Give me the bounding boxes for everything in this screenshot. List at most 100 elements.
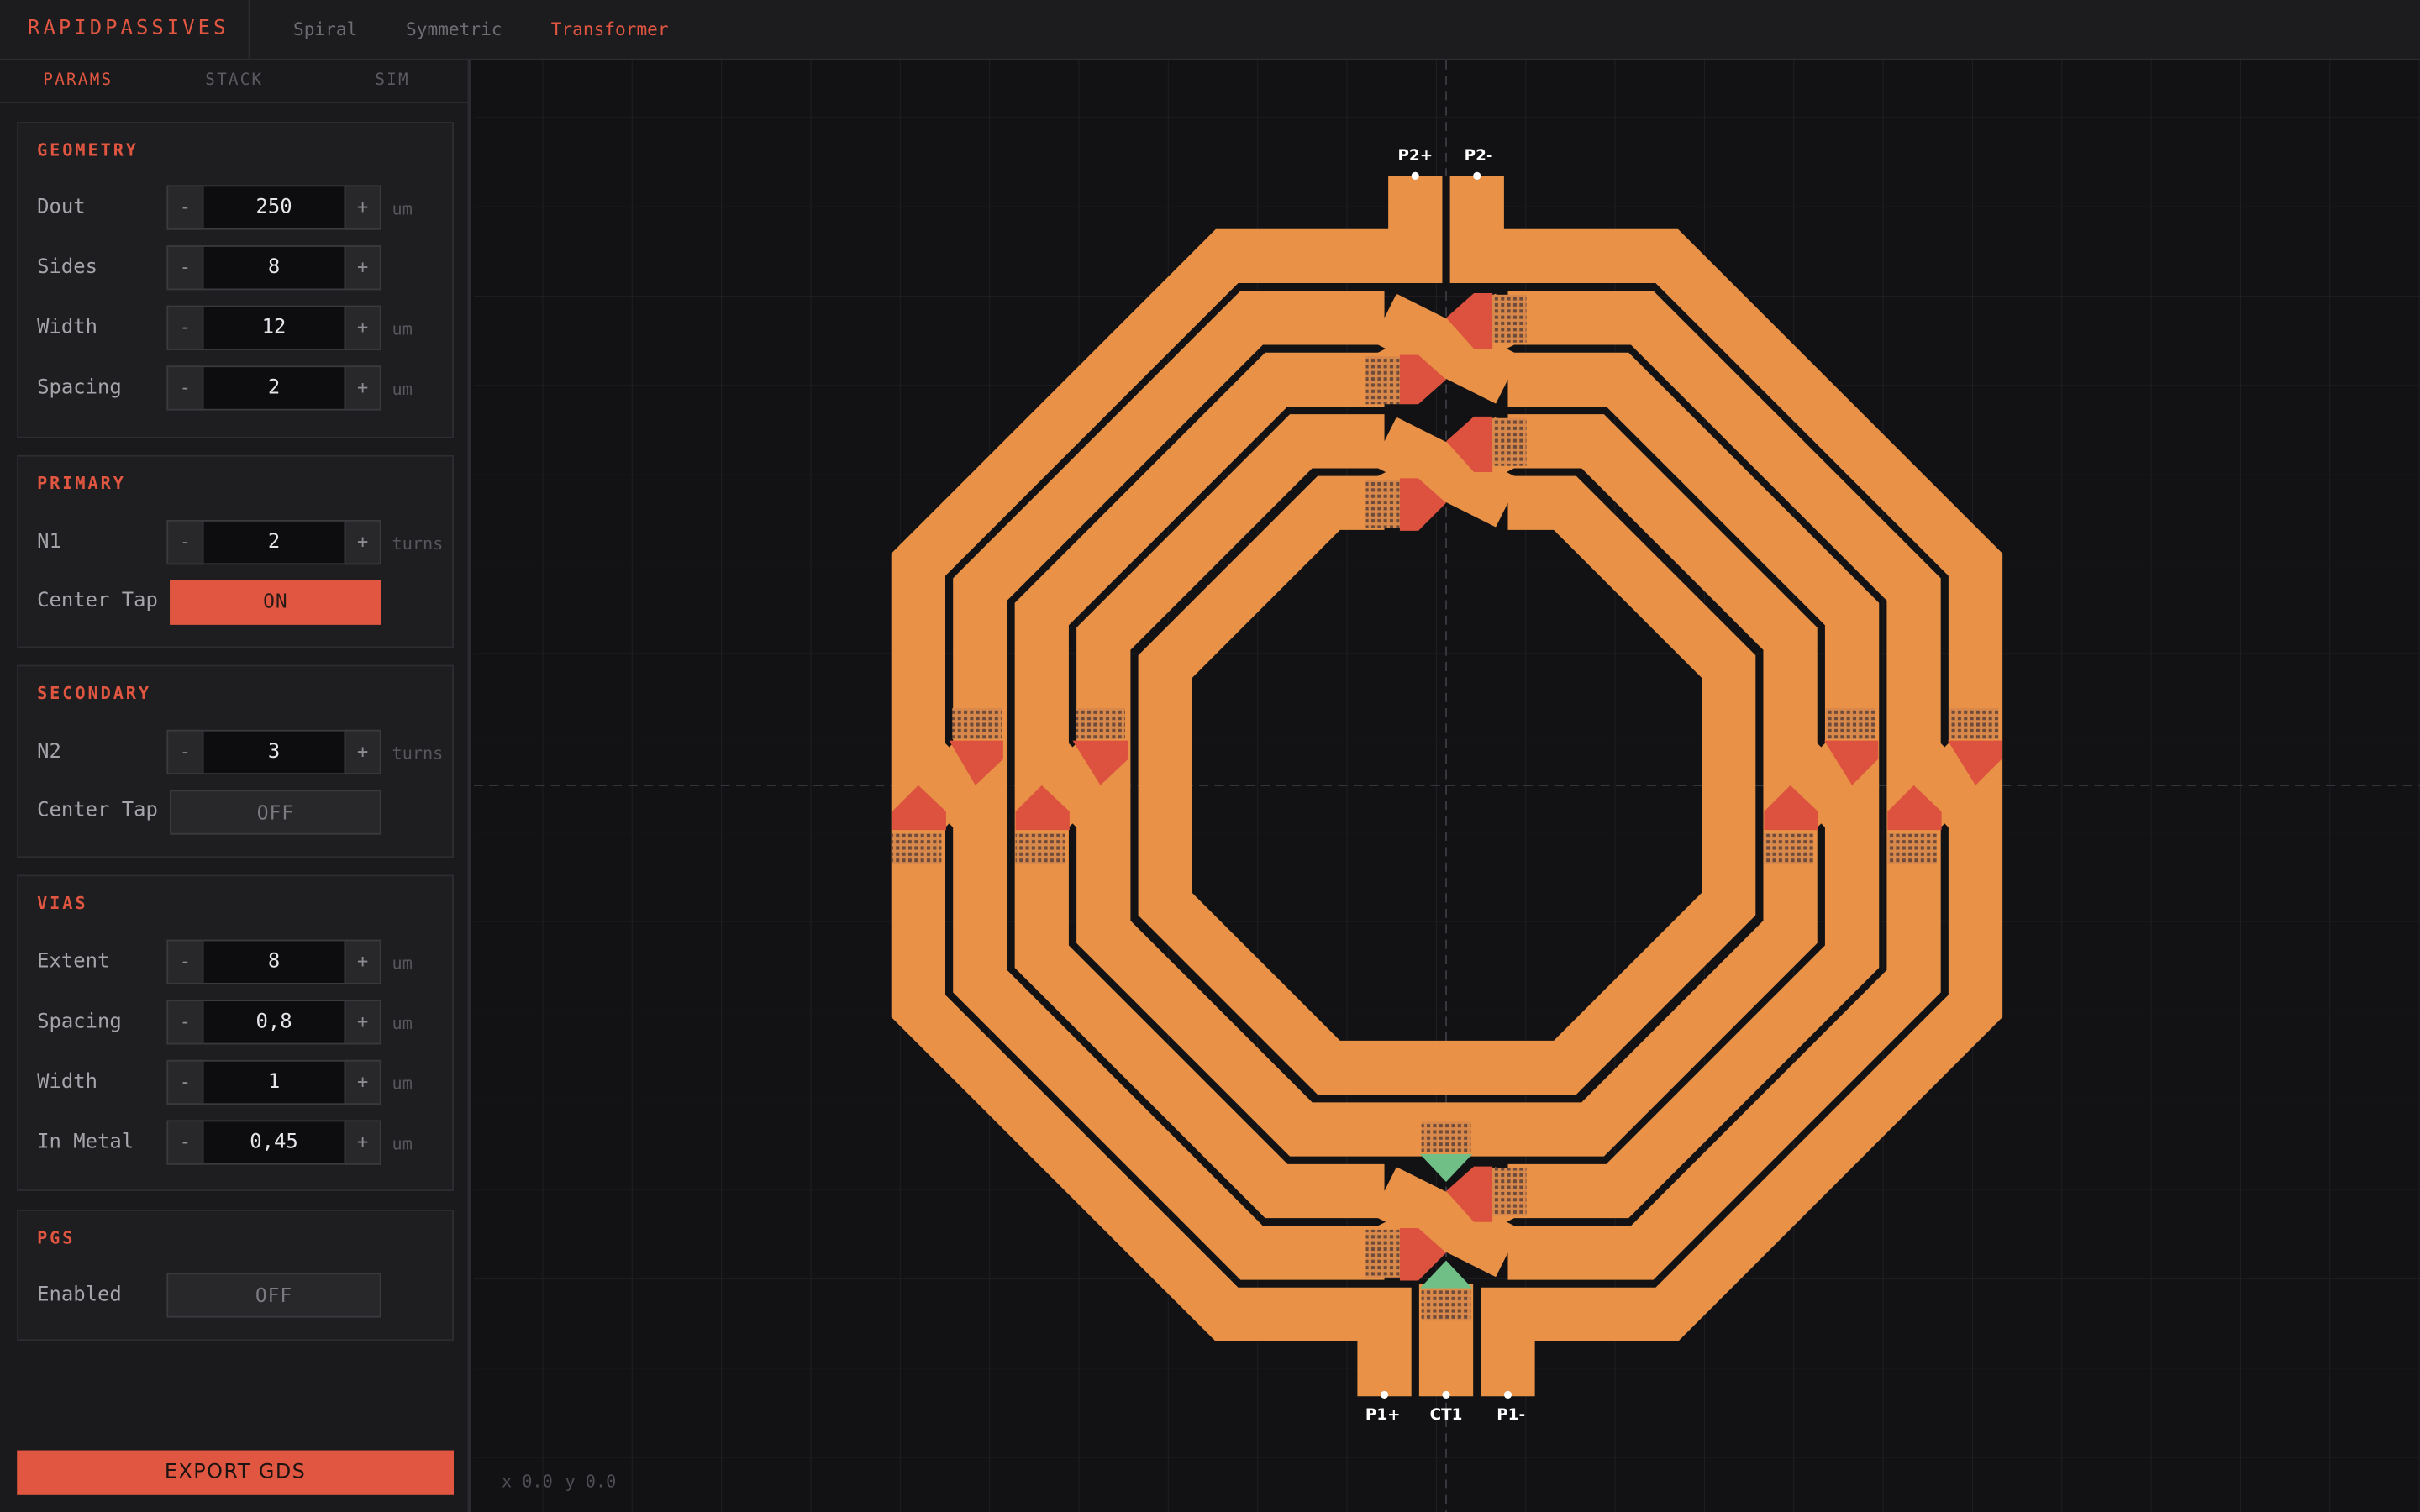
n2-increment-button[interactable]: + — [344, 729, 381, 775]
secondary-center-tap-label: Center Tap — [37, 799, 158, 822]
via-spacing-stepper: - 0,8 + — [166, 1000, 382, 1045]
pgs-enabled-toggle[interactable]: OFF — [166, 1273, 381, 1318]
primary-center-tap-label: Center Tap — [37, 589, 158, 613]
n2-input[interactable]: 3 — [202, 729, 346, 775]
via-array — [952, 708, 1002, 739]
dout-increment-button[interactable]: + — [344, 185, 381, 230]
params-sidebar: PARAMS STACK SIM GEOMETRY Dout - 250 + u… — [0, 60, 471, 1512]
sides-input[interactable]: 8 — [202, 245, 346, 291]
via-extent-increment-button[interactable]: + — [344, 939, 381, 984]
via-array — [892, 832, 942, 864]
panel-tabs: PARAMS STACK SIM — [0, 60, 471, 104]
via-array — [1421, 1121, 1471, 1153]
spacing-decrement-button[interactable]: - — [166, 365, 204, 411]
width-input[interactable]: 12 — [202, 305, 346, 350]
n1-decrement-button[interactable]: - — [166, 519, 204, 565]
via-width-label: Width — [37, 1070, 97, 1095]
dout-label: Dout — [37, 196, 86, 219]
via-width-decrement-button[interactable]: - — [166, 1059, 204, 1105]
spacing-input[interactable]: 2 — [202, 365, 346, 411]
n1-input[interactable]: 2 — [202, 519, 346, 565]
via-in-metal-label: In Metal — [37, 1131, 134, 1154]
via-width-unit: um — [392, 1074, 413, 1095]
n2-unit: turns — [392, 743, 444, 764]
via-extent-unit: um — [392, 953, 413, 974]
secondary-section: SECONDARY N2 - 3 + turns Center Tap OFF — [17, 664, 454, 858]
primary-center-tap-toggle[interactable]: ON — [170, 580, 381, 625]
dout-unit: um — [392, 198, 413, 219]
via-spacing-increment-button[interactable]: + — [344, 1000, 381, 1045]
port-ct1-label: CT1 — [1430, 1406, 1463, 1424]
via-array — [1365, 1229, 1400, 1278]
n1-unit: turns — [392, 533, 444, 554]
via-in-metal-stepper: - 0,45 + — [166, 1120, 382, 1165]
port-p1-minus-marker[interactable] — [1503, 1390, 1512, 1399]
cursor-y: y 0.0 — [565, 1472, 617, 1493]
tab-stack[interactable]: STACK — [205, 71, 263, 89]
via-extent-input[interactable]: 8 — [202, 939, 346, 984]
n1-increment-button[interactable]: + — [344, 519, 381, 565]
via-width-increment-button[interactable]: + — [344, 1059, 381, 1105]
vias-title: VIAS — [37, 893, 88, 914]
spacing-increment-button[interactable]: + — [344, 365, 381, 411]
via-spacing-input[interactable]: 0,8 — [202, 1000, 346, 1045]
via-in-metal-input[interactable]: 0,45 — [202, 1120, 346, 1165]
secondary-center-tap-toggle[interactable]: OFF — [170, 790, 381, 835]
via-array — [1492, 294, 1527, 343]
cursor-coordinates: x 0.0 y 0.0 — [502, 1472, 629, 1492]
via-array — [1076, 708, 1125, 739]
n1-label: N1 — [37, 530, 61, 554]
port-p2-minus-label: P2- — [1465, 147, 1493, 165]
n2-decrement-button[interactable]: - — [166, 729, 204, 775]
via-extent-label: Extent — [37, 950, 110, 974]
via-width-input[interactable]: 1 — [202, 1059, 346, 1105]
tab-sim[interactable]: SIM — [375, 71, 409, 89]
port-p2-plus-label: P2+ — [1397, 147, 1433, 165]
via-width-stepper: - 1 + — [166, 1059, 382, 1105]
secondary-title: SECONDARY — [37, 683, 152, 704]
n2-stepper: - 3 + — [166, 729, 382, 775]
port-p2-plus-marker[interactable] — [1411, 171, 1419, 180]
width-stepper: - 12 + — [166, 305, 382, 350]
tab-params[interactable]: PARAMS — [43, 71, 113, 89]
via-in-metal-increment-button[interactable]: + — [344, 1120, 381, 1165]
width-decrement-button[interactable]: - — [166, 305, 204, 350]
port-p1-plus-marker[interactable] — [1380, 1390, 1389, 1399]
sides-decrement-button[interactable]: - — [166, 245, 204, 291]
tab-spiral[interactable]: Spiral — [293, 18, 357, 40]
pgs-title: PGS — [37, 1228, 76, 1248]
cursor-x: x 0.0 — [501, 1472, 553, 1493]
port-ct1-marker[interactable] — [1442, 1390, 1450, 1399]
via-in-metal-unit: um — [392, 1134, 413, 1154]
dout-stepper: - 250 + — [166, 185, 382, 230]
via-array — [1949, 708, 1999, 739]
width-increment-button[interactable]: + — [344, 305, 381, 350]
n1-stepper: - 2 + — [166, 519, 382, 565]
via-array — [1887, 832, 1938, 864]
via-in-metal-decrement-button[interactable]: - — [166, 1120, 204, 1165]
pgs-enabled-label: Enabled — [37, 1284, 122, 1307]
via-spacing-decrement-button[interactable]: - — [166, 1000, 204, 1045]
tab-symmetric[interactable]: Symmetric — [406, 18, 502, 40]
layout-canvas[interactable]: P2+ P2- P1+ CT1 P1- — [473, 60, 2420, 1512]
spacing-unit: um — [392, 379, 413, 400]
via-array — [1365, 356, 1400, 405]
export-gds-button[interactable]: EXPORT GDS — [17, 1450, 454, 1495]
via-spacing-label: Spacing — [37, 1011, 122, 1034]
primary-title: PRIMARY — [37, 473, 126, 494]
via-extent-decrement-button[interactable]: - — [166, 939, 204, 984]
port-p1-minus-label: P1- — [1497, 1406, 1525, 1424]
dout-input[interactable]: 250 — [202, 185, 346, 230]
via-array — [1015, 832, 1065, 864]
n2-label: N2 — [37, 740, 61, 764]
top-bar: RAPIDPASSIVES Spiral Symmetric Transform… — [0, 0, 2420, 60]
primary-section: PRIMARY N1 - 2 + turns Center Tap ON — [17, 454, 454, 648]
via-array — [1764, 832, 1814, 864]
sides-label: Sides — [37, 255, 97, 280]
brand-divider — [248, 0, 250, 60]
port-p2-minus-marker[interactable] — [1473, 171, 1481, 180]
dout-decrement-button[interactable]: - — [166, 185, 204, 230]
pgs-section: PGS Enabled OFF — [17, 1210, 454, 1341]
tab-transformer[interactable]: Transformer — [551, 18, 669, 40]
sides-increment-button[interactable]: + — [344, 245, 381, 291]
